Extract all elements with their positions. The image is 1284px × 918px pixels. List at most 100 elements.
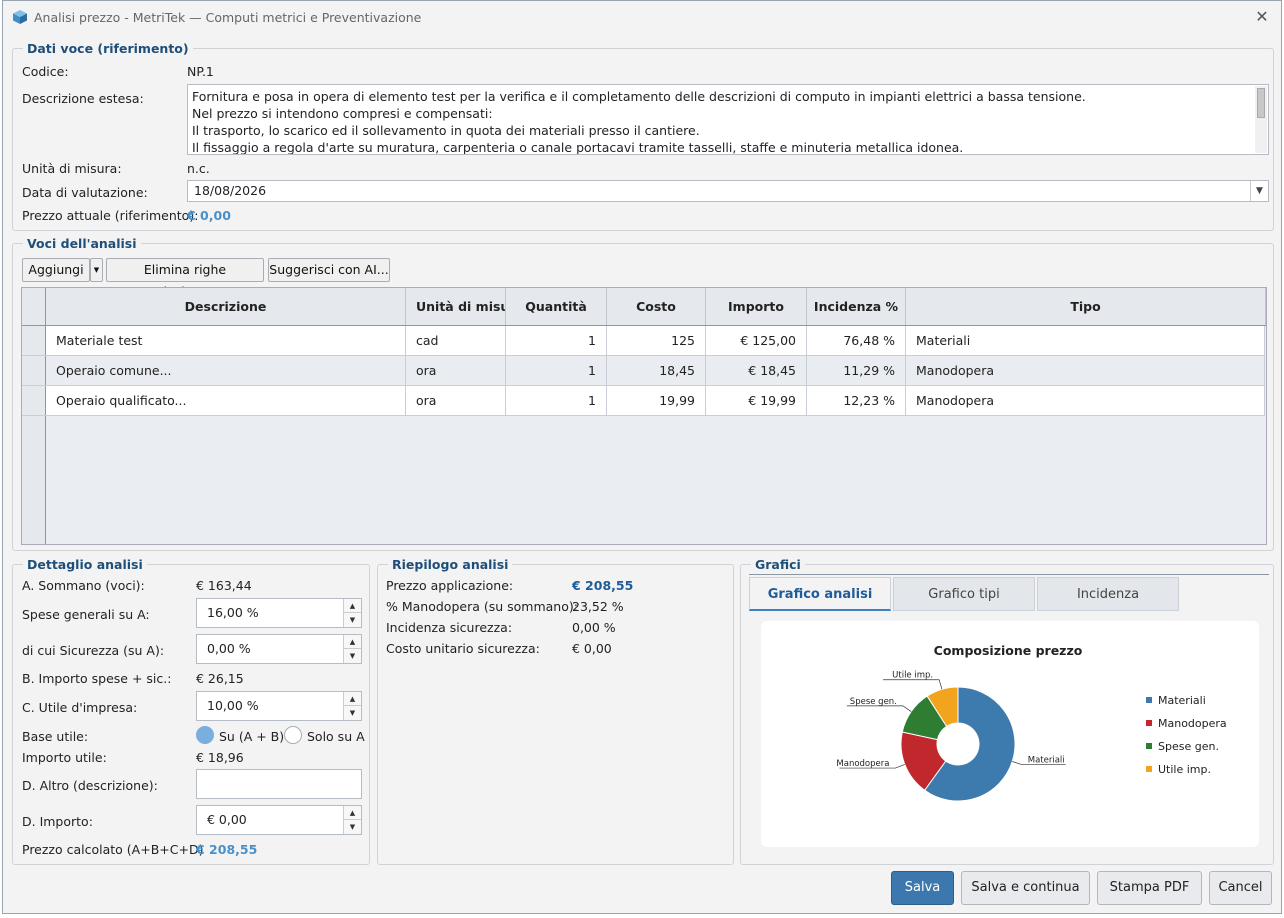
stampa-pdf-button[interactable]: Stampa PDF — [1097, 871, 1202, 905]
spin-down-icon[interactable]: ▼ — [343, 706, 361, 720]
riepilogo-label: Prezzo applicazione: — [386, 578, 514, 593]
spin-down-icon[interactable]: ▼ — [343, 649, 361, 663]
descrizione-scrollbar[interactable] — [1255, 86, 1267, 153]
d-importo-input[interactable]: € 0,00 ▲ ▼ — [196, 805, 362, 835]
col-unita[interactable]: Unità di misura — [406, 288, 506, 325]
callout-label: Manodopera — [836, 759, 889, 769]
col-importo[interactable]: Importo — [706, 288, 807, 325]
table-row[interactable]: Operaio comune... ora 1 18,45 € 18,45 11… — [22, 356, 1265, 386]
chevron-down-icon[interactable]: ▼ — [1250, 181, 1268, 201]
cell-descrizione[interactable]: Operaio qualificato... — [46, 386, 406, 416]
aggiungi-button[interactable]: Aggiungi — [22, 258, 90, 282]
table-row[interactable]: Materiale test cad 1 125 € 125,00 76,48 … — [22, 326, 1265, 356]
cell-tipo[interactable]: Manodopera — [906, 356, 1265, 386]
cell-costo[interactable]: 19,99 — [607, 386, 706, 416]
cell-quantita[interactable]: 1 — [506, 356, 607, 386]
salva-continua-button[interactable]: Salva e continua — [961, 871, 1090, 905]
cell-quantita[interactable]: 1 — [506, 386, 607, 416]
elimina-righe-button[interactable]: Elimina righe selezionate — [106, 258, 264, 299]
app-cube-icon — [13, 10, 27, 24]
chart-legend: Materiali Manodopera Spese gen. Utile imp. — [1146, 694, 1227, 776]
col-descrizione[interactable]: Descrizione — [46, 288, 406, 325]
row-header[interactable] — [22, 326, 46, 355]
cell-unita[interactable]: cad — [406, 326, 506, 356]
col-quantita[interactable]: Quantità — [506, 288, 607, 325]
dettaglio-legend: Dettaglio analisi — [27, 557, 143, 572]
spin-down-icon[interactable]: ▼ — [343, 820, 361, 834]
sommano-value: € 163,44 — [196, 578, 252, 593]
riepilogo-label: % Manodopera (su sommano): — [386, 599, 578, 614]
unita-value: n.c. — [187, 161, 210, 176]
cell-importo[interactable]: € 125,00 — [706, 326, 807, 356]
cell-incidenza[interactable]: 12,23 % — [807, 386, 906, 416]
col-incidenza[interactable]: Incidenza % — [807, 288, 906, 325]
prezzo-calcolato-value: € 208,55 — [196, 842, 258, 857]
spin-down-icon[interactable]: ▼ — [343, 613, 361, 627]
base-su-ab-label[interactable]: Su (A + B) — [219, 729, 284, 744]
col-costo[interactable]: Costo — [607, 288, 706, 325]
tab-grafico-analisi[interactable]: Grafico analisi — [749, 577, 891, 611]
base-solo-a-label[interactable]: Solo su A — [307, 729, 365, 744]
importo-utile-label: Importo utile: — [22, 750, 107, 765]
descrizione-line: Il trasporto, lo scarico ed il sollevame… — [192, 123, 700, 138]
d-importo-label: D. Importo: — [22, 814, 93, 829]
cell-unita[interactable]: ora — [406, 386, 506, 416]
sicurezza-input[interactable]: 0,00 % ▲ ▼ — [196, 634, 362, 664]
table-row[interactable]: Operaio qualificato... ora 1 19,99 € 19,… — [22, 386, 1265, 416]
scrollbar-thumb[interactable] — [1257, 88, 1265, 118]
close-icon[interactable]: ✕ — [1251, 7, 1273, 27]
spin-up-icon[interactable]: ▲ — [343, 692, 361, 706]
spin-up-icon[interactable]: ▲ — [343, 635, 361, 649]
row-header[interactable] — [22, 356, 46, 385]
descrizione-line: Nel prezzo si intendono compresi e compe… — [192, 106, 493, 121]
codice-label: Codice: — [22, 64, 69, 79]
utile-impresa-label: C. Utile d'impresa: — [22, 700, 138, 715]
suggerisci-ai-button[interactable]: Suggerisci con AI... — [268, 258, 390, 282]
chart-card: Composizione prezzo Materiali Manodopera S… — [761, 621, 1259, 847]
aggiungi-dropdown-icon[interactable]: ▼ — [90, 258, 103, 282]
grafici-legend: Grafici — [755, 557, 801, 572]
legend-swatch — [1146, 720, 1152, 726]
row-header[interactable] — [22, 386, 46, 415]
spin-up-icon[interactable]: ▲ — [343, 806, 361, 820]
cell-tipo[interactable]: Manodopera — [906, 386, 1265, 416]
tab-grafico-tipi[interactable]: Grafico tipi — [893, 577, 1035, 611]
riepilogo-value: € 0,00 — [572, 641, 612, 656]
tab-incidenza[interactable]: Incidenza — [1037, 577, 1179, 611]
col-tipo[interactable]: Tipo — [906, 288, 1266, 325]
sommano-label: A. Sommano (voci): — [22, 578, 145, 593]
base-su-ab-radio[interactable] — [196, 726, 214, 744]
prezzo-calcolato-label: Prezzo calcolato (A+B+C+D) — [22, 842, 204, 857]
base-utile-label: Base utile: — [22, 729, 89, 744]
base-solo-a-radio[interactable] — [284, 726, 302, 744]
cell-costo[interactable]: 125 — [607, 326, 706, 356]
spin-up-icon[interactable]: ▲ — [343, 599, 361, 613]
cancel-button[interactable]: Cancel — [1209, 871, 1272, 905]
data-valutazione-combo[interactable]: 18/08/2026 ▼ — [187, 180, 1269, 202]
importo-utile-value: € 18,96 — [196, 750, 244, 765]
descrizione-textarea[interactable]: Fornitura e posa in opera di elemento te… — [187, 84, 1269, 155]
tab-strip-line — [749, 574, 1269, 575]
cell-incidenza[interactable]: 11,29 % — [807, 356, 906, 386]
cell-costo[interactable]: 18,45 — [607, 356, 706, 386]
spese-generali-input[interactable]: 16,00 % ▲ ▼ — [196, 598, 362, 628]
cell-descrizione[interactable]: Operaio comune... — [46, 356, 406, 386]
salva-button[interactable]: Salva — [891, 871, 954, 905]
cell-descrizione[interactable]: Materiale test — [46, 326, 406, 356]
utile-impresa-input[interactable]: 10,00 % ▲ ▼ — [196, 691, 362, 721]
spese-generali-label: Spese generali su A: — [22, 607, 150, 622]
row-header-filler — [22, 416, 46, 544]
riepilogo-value: 23,52 % — [572, 599, 624, 614]
voci-table: Descrizione Unità di misura Quantità Cos… — [21, 287, 1267, 545]
cell-incidenza[interactable]: 76,48 % — [807, 326, 906, 356]
cell-importo[interactable]: € 18,45 — [706, 356, 807, 386]
cell-importo[interactable]: € 19,99 — [706, 386, 807, 416]
prezzo-attuale-label: Prezzo attuale (riferimento): — [22, 208, 199, 223]
d-importo-value: € 0,00 — [207, 812, 247, 827]
cell-tipo[interactable]: Materiali — [906, 326, 1265, 356]
altro-descrizione-input[interactable] — [196, 769, 362, 799]
cell-unita[interactable]: ora — [406, 356, 506, 386]
legend-swatch — [1146, 697, 1152, 703]
cell-quantita[interactable]: 1 — [506, 326, 607, 356]
analisi-prezzo-window: Analisi prezzo - MetriTek — Computi metr… — [2, 0, 1282, 914]
